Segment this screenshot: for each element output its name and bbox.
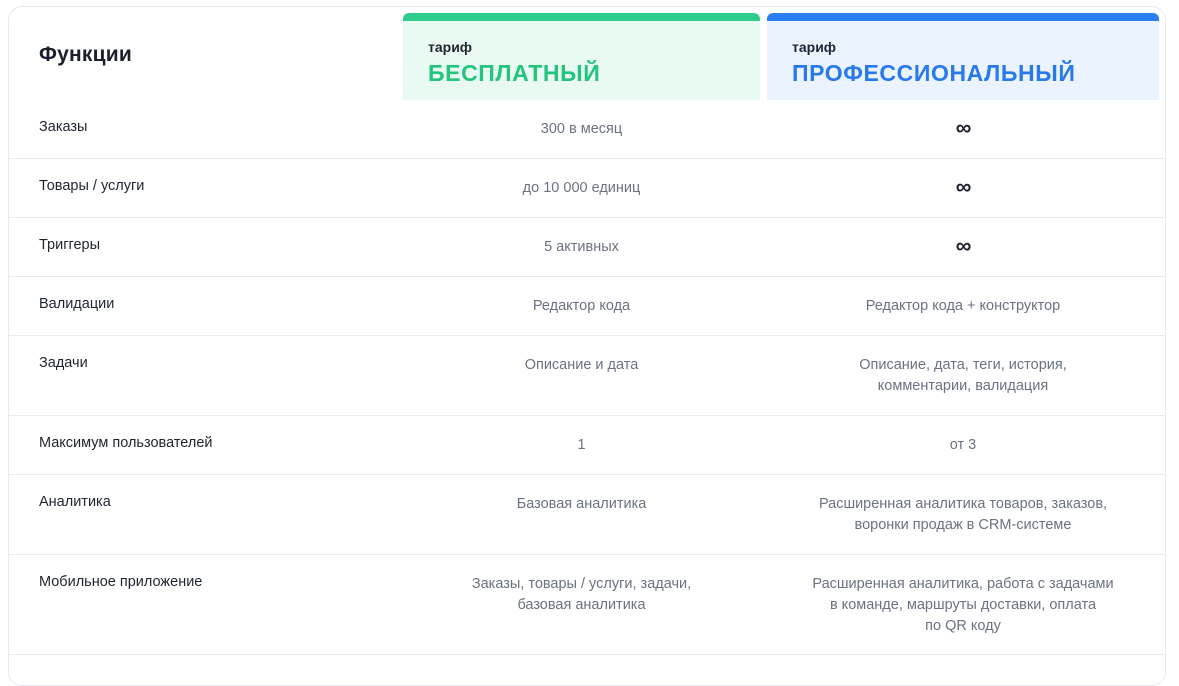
plan-label: тариф bbox=[428, 39, 473, 55]
pro-value: Расширенная аналитика, работа с задачами… bbox=[812, 576, 1114, 634]
feature-name: Заказы bbox=[39, 119, 88, 135]
table-row: Товары / услуги до 10 000 единиц ∞ bbox=[9, 159, 1165, 218]
feature-name: Аналитика bbox=[39, 494, 111, 510]
free-value: Описание и дата bbox=[524, 357, 639, 373]
feature-name: Мобильное приложение bbox=[39, 574, 203, 590]
pro-value: ∞ bbox=[767, 176, 1159, 201]
plan-name: БЕСПЛАТНЫЙ bbox=[428, 60, 601, 86]
table-row: Валидации Редактор кода Редактор кода + … bbox=[9, 277, 1165, 336]
free-value: Заказы, товары / услуги, задачи, базовая… bbox=[471, 576, 692, 613]
pro-value: от 3 bbox=[949, 437, 977, 453]
infinity-icon: ∞ bbox=[955, 174, 972, 199]
free-value: Редактор кода bbox=[532, 298, 631, 314]
free-value: 5 активных bbox=[544, 239, 619, 255]
table-row: Аналитика Базовая аналитика Расширенная … bbox=[9, 475, 1165, 555]
table-row: Максимум пользователей 1 от 3 bbox=[9, 416, 1165, 475]
feature-name: Задачи bbox=[39, 355, 88, 371]
feature-name: Товары / услуги bbox=[39, 178, 145, 194]
feature-name: Триггеры bbox=[39, 237, 101, 253]
pricing-comparison-table: Функции тариф БЕСПЛАТНЫЙ тариф ПРОФЕССИО… bbox=[8, 6, 1166, 686]
plan-header-free: тариф БЕСПЛАТНЫЙ bbox=[403, 13, 760, 100]
plan-accent-bar bbox=[767, 13, 1159, 21]
free-value: 1 bbox=[577, 437, 586, 453]
infinity-icon: ∞ bbox=[955, 233, 972, 258]
functions-column-title: Функции bbox=[39, 43, 132, 66]
plan-name: ПРОФЕССИОНАЛЬНЫЙ bbox=[792, 60, 1076, 86]
table-row: Задачи Описание и дата Описание, дата, т… bbox=[9, 336, 1165, 416]
plan-accent-bar bbox=[403, 13, 760, 21]
pro-value: Описание, дата, теги, история, комментар… bbox=[859, 357, 1067, 394]
pro-value: ∞ bbox=[767, 117, 1159, 142]
free-value: 300 в месяц bbox=[540, 121, 623, 137]
table-body: Заказы 300 в месяц ∞ Товары / услуги до … bbox=[9, 100, 1165, 655]
pro-value: Редактор кода + конструктор bbox=[865, 298, 1061, 314]
feature-name: Валидации bbox=[39, 296, 115, 312]
table-row: Триггеры 5 активных ∞ bbox=[9, 218, 1165, 277]
free-value: Базовая аналитика bbox=[516, 496, 647, 512]
feature-name: Максимум пользователей bbox=[39, 435, 213, 451]
plan-label: тариф bbox=[792, 39, 837, 55]
plan-header-pro: тариф ПРОФЕССИОНАЛЬНЫЙ bbox=[767, 13, 1159, 100]
pro-value: Расширенная аналитика товаров, заказов, … bbox=[818, 496, 1108, 533]
free-value: до 10 000 единиц bbox=[522, 180, 641, 196]
table-row: Мобильное приложение Заказы, товары / ус… bbox=[9, 555, 1165, 655]
table-row: Заказы 300 в месяц ∞ bbox=[9, 100, 1165, 159]
pro-value: ∞ bbox=[767, 235, 1159, 260]
table-header: Функции тариф БЕСПЛАТНЫЙ тариф ПРОФЕССИО… bbox=[9, 7, 1165, 100]
infinity-icon: ∞ bbox=[955, 115, 972, 140]
